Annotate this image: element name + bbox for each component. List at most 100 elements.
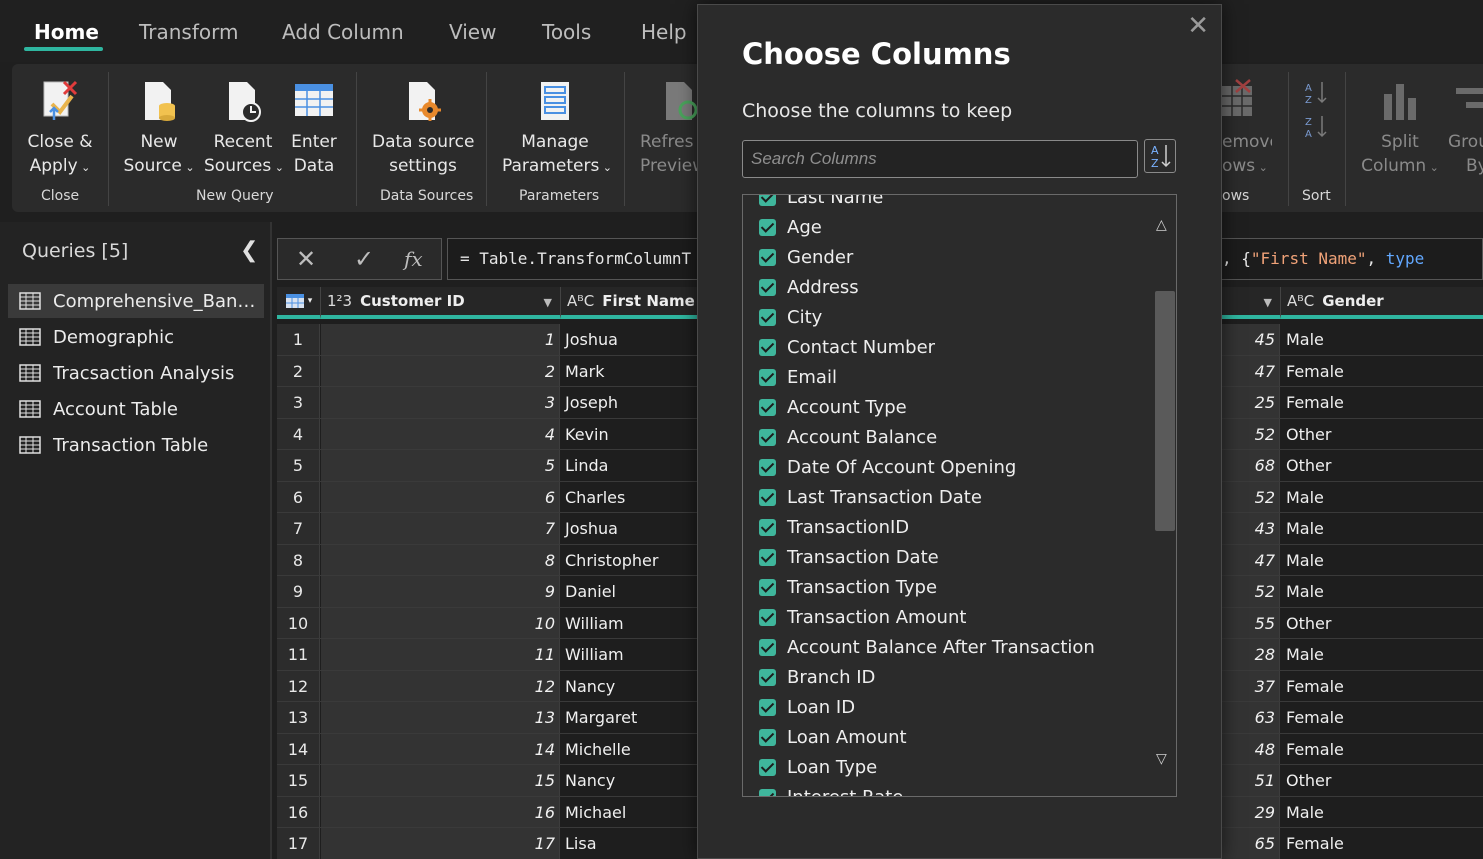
cell-customer-id[interactable]: 6 xyxy=(321,481,560,512)
table-row[interactable]: 9 9 Daniel xyxy=(277,576,697,608)
row-number[interactable]: 11 xyxy=(277,639,320,670)
cell-customer-id[interactable]: 13 xyxy=(321,702,560,733)
cell-gender[interactable]: Male xyxy=(1281,513,1483,544)
table-row[interactable]: 12 12 Nancy xyxy=(277,670,697,702)
table-row[interactable]: 25 Female xyxy=(1222,387,1483,419)
close-apply-button[interactable]: Close & Apply ⌄ xyxy=(22,78,98,180)
cell-first-name[interactable]: Joshua xyxy=(561,513,697,544)
table-row[interactable]: 4 4 Kevin xyxy=(277,418,697,450)
cell-age[interactable]: 25 xyxy=(1222,387,1280,418)
row-number[interactable]: 17 xyxy=(277,828,320,859)
cell-gender[interactable]: Male xyxy=(1281,482,1483,513)
row-number[interactable]: 15 xyxy=(277,765,320,796)
chevron-up-icon[interactable]: △ xyxy=(1156,217,1167,233)
tab-transform[interactable]: Transform xyxy=(139,20,238,44)
table-row[interactable]: 51 Other xyxy=(1222,765,1483,797)
cell-customer-id[interactable]: 15 xyxy=(321,765,560,796)
checkbox[interactable] xyxy=(759,758,776,776)
table-row[interactable]: 1 1 Joshua xyxy=(277,324,697,356)
checkbox[interactable] xyxy=(759,668,776,686)
table-row[interactable]: 6 6 Charles xyxy=(277,481,697,513)
column-checkbox-item[interactable]: Account Balance xyxy=(759,422,937,452)
cell-first-name[interactable]: Charles xyxy=(561,482,697,513)
cell-gender[interactable]: Other xyxy=(1281,608,1483,639)
cell-customer-id[interactable]: 14 xyxy=(321,733,560,764)
table-row[interactable]: 11 11 William xyxy=(277,639,697,671)
cell-age[interactable]: 63 xyxy=(1222,702,1280,733)
table-row[interactable]: 52 Male xyxy=(1222,576,1483,608)
row-number[interactable]: 8 xyxy=(277,544,320,575)
whole-number-type-icon[interactable]: 1²3 xyxy=(327,292,352,310)
sort-descending-button[interactable]: Z A xyxy=(1302,114,1330,147)
chevron-down-icon[interactable]: ▽ xyxy=(1156,751,1167,767)
row-number[interactable]: 7 xyxy=(277,513,320,544)
table-menu-button[interactable]: ▾ xyxy=(277,287,321,319)
cell-first-name[interactable]: Joseph xyxy=(561,387,697,418)
pane-splitter[interactable] xyxy=(270,222,272,859)
cell-first-name[interactable]: Mark xyxy=(561,356,697,387)
cell-first-name[interactable]: Joshua xyxy=(561,324,697,355)
column-checkbox-item[interactable]: Email xyxy=(759,362,837,392)
column-checkbox-item[interactable]: Contact Number xyxy=(759,332,935,362)
checkbox[interactable] xyxy=(759,548,776,566)
new-source-button[interactable]: New Source ⌄ xyxy=(122,78,196,180)
cell-age[interactable]: 47 xyxy=(1222,355,1280,386)
cell-first-name[interactable]: William xyxy=(561,639,697,670)
column-checkbox-item[interactable]: Last Transaction Date xyxy=(759,482,982,512)
table-row[interactable]: 16 16 Michael xyxy=(277,796,697,828)
cell-gender[interactable]: Female xyxy=(1281,734,1483,765)
close-icon[interactable]: ✕ xyxy=(1187,11,1209,41)
cell-first-name[interactable]: Kevin xyxy=(561,419,697,450)
tab-add-column[interactable]: Add Column xyxy=(282,20,404,44)
cell-gender[interactable]: Female xyxy=(1281,828,1483,859)
filter-dropdown-icon[interactable]: ▼ xyxy=(544,296,552,309)
sort-ascending-button[interactable]: A Z xyxy=(1302,80,1330,113)
column-checkbox-item[interactable]: Interest Rate xyxy=(759,782,903,796)
cell-customer-id[interactable]: 17 xyxy=(321,828,560,859)
column-checkbox-item[interactable]: Loan Amount xyxy=(759,722,907,752)
text-type-icon[interactable]: AᴮC xyxy=(567,292,594,310)
tab-tools[interactable]: Tools xyxy=(542,20,591,44)
table-row[interactable]: 37 Female xyxy=(1222,670,1483,702)
row-number[interactable]: 10 xyxy=(277,607,320,638)
cell-gender[interactable]: Male xyxy=(1281,324,1483,355)
checkbox[interactable] xyxy=(759,428,776,446)
row-number[interactable]: 5 xyxy=(277,450,320,481)
checkbox[interactable] xyxy=(759,398,776,416)
table-row[interactable]: 52 Other xyxy=(1222,418,1483,450)
cell-age[interactable]: 48 xyxy=(1222,733,1280,764)
column-checkbox-item[interactable]: Transaction Date xyxy=(759,542,939,572)
cell-customer-id[interactable]: 11 xyxy=(321,639,560,670)
cell-age[interactable]: 52 xyxy=(1222,418,1280,449)
search-columns-input[interactable] xyxy=(742,140,1138,178)
cell-age[interactable]: 52 xyxy=(1222,481,1280,512)
cell-first-name[interactable]: Margaret xyxy=(561,702,697,733)
checkbox[interactable] xyxy=(759,728,776,746)
cell-first-name[interactable]: Nancy xyxy=(561,671,697,702)
row-number[interactable]: 9 xyxy=(277,576,320,607)
column-checkbox-item[interactable]: City xyxy=(759,302,822,332)
query-item-comprehensive-banking[interactable]: Comprehensive_Banking... xyxy=(8,284,264,318)
column-checkbox-item[interactable]: Transaction Type xyxy=(759,572,937,602)
cell-age[interactable]: 47 xyxy=(1222,544,1280,575)
checkbox[interactable] xyxy=(759,338,776,356)
row-number[interactable]: 4 xyxy=(277,418,320,449)
table-row[interactable]: 8 8 Christopher xyxy=(277,544,697,576)
fx-icon[interactable]: fx xyxy=(404,247,423,271)
checkbox[interactable] xyxy=(759,698,776,716)
cell-customer-id[interactable]: 1 xyxy=(321,324,560,355)
cell-age[interactable]: 55 xyxy=(1222,607,1280,638)
column-header-age[interactable]: ▼ xyxy=(1222,287,1281,319)
table-row[interactable]: 55 Other xyxy=(1222,607,1483,639)
scrollbar-thumb[interactable] xyxy=(1155,291,1175,531)
table-row[interactable]: 3 3 Joseph xyxy=(277,387,697,419)
table-row[interactable]: 63 Female xyxy=(1222,702,1483,734)
column-checkbox-item[interactable]: Account Balance After Transaction xyxy=(759,632,1095,662)
filter-dropdown-icon[interactable]: ▼ xyxy=(1264,296,1272,309)
table-row[interactable]: 48 Female xyxy=(1222,733,1483,765)
cell-customer-id[interactable]: 9 xyxy=(321,576,560,607)
table-row[interactable]: 28 Male xyxy=(1222,639,1483,671)
table-row[interactable]: 7 7 Joshua xyxy=(277,513,697,545)
row-number[interactable]: 1 xyxy=(277,324,320,355)
cell-age[interactable]: 68 xyxy=(1222,450,1280,481)
